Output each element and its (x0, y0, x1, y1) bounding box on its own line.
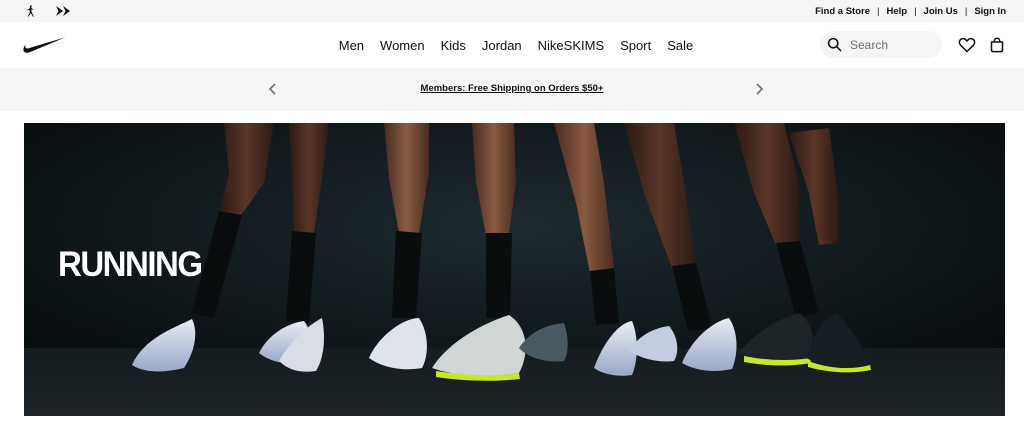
nav-item-sport[interactable]: Sport (620, 38, 651, 53)
nav-item-jordan[interactable]: Jordan (482, 38, 522, 53)
search-input[interactable] (848, 36, 938, 53)
nav-item-kids[interactable]: Kids (441, 38, 466, 53)
nav-item-women[interactable]: Women (380, 38, 425, 53)
utility-links: Find a Store | Help | Join Us | Sign In (815, 0, 1006, 22)
brand-switcher (22, 3, 72, 19)
help-link[interactable]: Help (886, 6, 907, 17)
nav-item-men[interactable]: Men (339, 38, 364, 53)
hero-title: RUNNING (58, 243, 203, 284)
utility-bar: Find a Store | Help | Join Us | Sign In (0, 0, 1024, 22)
separator: | (964, 5, 968, 17)
search-icon[interactable] (826, 37, 842, 53)
find-a-store-link[interactable]: Find a Store (815, 6, 870, 17)
shopping-bag-icon[interactable] (988, 36, 1006, 54)
separator: | (914, 5, 917, 17)
separator: | (877, 5, 880, 17)
promo-message[interactable]: Members: Free Shipping on Orders $50+ (0, 83, 1024, 94)
search-box[interactable] (820, 31, 942, 58)
nav-item-nikeskims[interactable]: NikeSKIMS (538, 38, 604, 53)
sign-in-link[interactable]: Sign In (974, 6, 1006, 17)
favorites-heart-icon[interactable] (958, 36, 976, 54)
hero-banner[interactable]: RUNNING (24, 123, 1005, 416)
nav-item-sale[interactable]: Sale (667, 38, 693, 53)
converse-logo-icon[interactable] (54, 3, 72, 19)
main-header: Men Women Kids Jordan NikeSKIMS Sport Sa… (0, 22, 1024, 68)
chevron-right-icon[interactable] (751, 81, 767, 97)
join-us-link[interactable]: Join Us (924, 6, 958, 17)
jordan-logo-icon[interactable] (22, 3, 40, 19)
promo-banner: Members: Free Shipping on Orders $50+ (0, 68, 1024, 111)
